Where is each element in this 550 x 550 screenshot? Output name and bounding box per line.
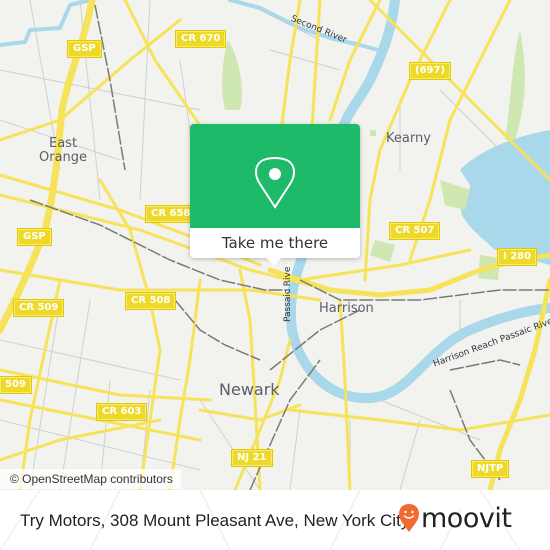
popup-header[interactable] (190, 124, 360, 228)
footer: Try Motors, 308 Mount Pleasant Ave, New … (0, 490, 550, 550)
shield-cr509-edge: 509 (0, 377, 31, 393)
shield-cr697: (697) (410, 63, 451, 79)
place-harrison: Harrison (319, 301, 374, 316)
place-newark: Newark (219, 380, 280, 399)
take-me-there-popup[interactable]: Take me there (190, 124, 360, 266)
passaic-river (285, 245, 550, 404)
map-attribution[interactable]: © OpenStreetMap contributors (0, 469, 181, 489)
shield-cr509: CR 509 (14, 300, 64, 316)
shield-cr670: CR 670 (176, 31, 226, 47)
shield-njtp: NJTP (472, 461, 509, 477)
shield-nj21: NJ 21 (232, 450, 272, 466)
shield-cr658: CR 658 (146, 206, 196, 222)
moovit-logo[interactable]: moovit (421, 502, 512, 536)
nj21 (233, 338, 292, 490)
kearny-bay (460, 130, 550, 265)
shield-cr603: CR 603 (97, 404, 147, 420)
shield-cr508: CR 508 (126, 293, 176, 309)
shield-gsp-north: GSP (68, 41, 101, 57)
label-passaic-river: Passaic Rive (283, 266, 293, 322)
place-kearny: Kearny (386, 131, 431, 146)
map[interactable]: GSP CR 670 (697) CR 658 GSP CR 507 I 280… (0, 0, 550, 490)
take-me-there-button[interactable]: Take me there (190, 228, 360, 258)
popup-pointer (265, 256, 283, 266)
shield-cr507: CR 507 (390, 223, 440, 239)
moovit-smiley-pin-icon (398, 503, 420, 543)
shield-i280: I 280 (498, 249, 537, 265)
place-east-orange: East Orange (39, 136, 88, 165)
location-title: Try Motors, 308 Mount Pleasant Ave, New … (20, 511, 410, 530)
shield-gsp-south: GSP (18, 229, 51, 245)
